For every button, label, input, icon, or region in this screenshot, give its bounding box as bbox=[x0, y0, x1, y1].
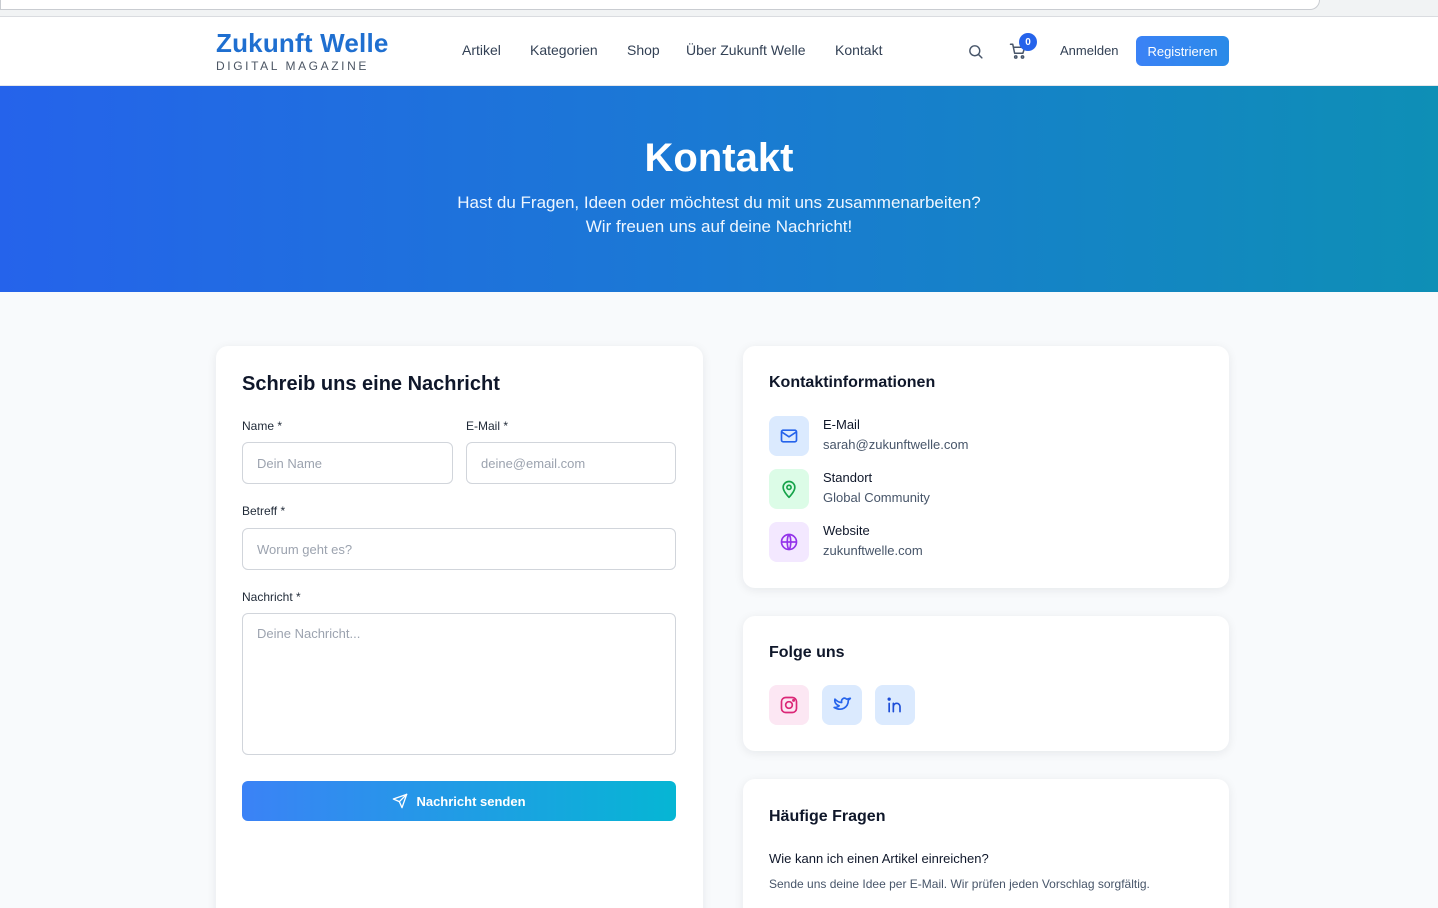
contact-item-website: Website zukunftwelle.com bbox=[769, 522, 1189, 564]
email-input[interactable] bbox=[466, 442, 676, 484]
nav-item-artikel[interactable]: Artikel bbox=[462, 42, 501, 58]
send-message-label: Nachricht senden bbox=[416, 793, 526, 809]
faq-title: Häufige Fragen bbox=[769, 808, 886, 825]
instagram-icon[interactable] bbox=[769, 685, 809, 725]
follow-title: Folge uns bbox=[769, 644, 845, 661]
contact-item-value: Global Community bbox=[823, 490, 930, 505]
nav-item-kontakt[interactable]: Kontakt bbox=[835, 42, 882, 58]
contact-item-label: E-Mail bbox=[823, 417, 860, 432]
hero-banner: Kontakt Hast du Fragen, Ideen oder möcht… bbox=[0, 86, 1438, 292]
message-textarea[interactable] bbox=[242, 613, 676, 755]
form-title: Schreib uns eine Nachricht bbox=[242, 373, 500, 395]
contact-item-label: Website bbox=[823, 523, 870, 538]
contact-info-title: Kontaktinformationen bbox=[769, 374, 936, 391]
contact-item-value[interactable]: sarah@zukunftwelle.com bbox=[823, 437, 968, 452]
contact-item-location: Standort Global Community bbox=[769, 469, 1189, 511]
send-icon bbox=[393, 793, 408, 809]
page-title: Kontakt bbox=[644, 136, 794, 180]
faq-answer: Sende uns deine Idee per E-Mail. Wir prü… bbox=[769, 877, 1150, 891]
map-pin-icon bbox=[769, 469, 809, 509]
site-header: Zukunft Welle DIGITAL MAGAZINE Artikel K… bbox=[0, 17, 1438, 86]
browser-chrome bbox=[0, 0, 1438, 17]
globe-icon bbox=[769, 522, 809, 562]
nav-item-ueber[interactable]: Über Zukunft Welle bbox=[686, 42, 806, 58]
email-label: E-Mail * bbox=[466, 419, 509, 433]
faq-card: Häufige Fragen Wie kann ich einen Artike… bbox=[743, 779, 1229, 908]
contact-item-value[interactable]: zukunftwelle.com bbox=[823, 543, 923, 558]
send-message-button[interactable]: Nachricht senden bbox=[242, 781, 676, 821]
nav-item-kategorien[interactable]: Kategorien bbox=[530, 42, 598, 58]
search-icon[interactable] bbox=[963, 39, 987, 63]
mail-icon bbox=[769, 416, 809, 456]
follow-card: Folge uns bbox=[743, 616, 1229, 751]
faq-question: Wie kann ich einen Artikel einreichen? bbox=[769, 851, 989, 866]
cart-count-badge: 0 bbox=[1019, 33, 1037, 51]
contact-item-email: E-Mail sarah@zukunftwelle.com bbox=[769, 416, 1189, 458]
hero-text-line-2: Wir freuen uns auf deine Nachricht! bbox=[585, 217, 853, 236]
logo-subtitle: DIGITAL MAGAZINE bbox=[216, 59, 369, 73]
login-link[interactable]: Anmelden bbox=[1060, 43, 1119, 58]
subject-label: Betreff * bbox=[242, 504, 286, 518]
name-input[interactable] bbox=[242, 442, 453, 484]
subject-input[interactable] bbox=[242, 528, 676, 570]
name-label: Name * bbox=[242, 419, 283, 433]
twitter-icon[interactable] bbox=[822, 685, 862, 725]
logo-title[interactable]: Zukunft Welle bbox=[216, 28, 389, 59]
address-bar[interactable] bbox=[0, 0, 1320, 10]
contact-info-card: Kontaktinformationen E-Mail sarah@zukunf… bbox=[743, 346, 1229, 588]
register-button[interactable]: Registrieren bbox=[1136, 36, 1229, 66]
message-label: Nachricht * bbox=[242, 590, 301, 604]
nav-item-shop[interactable]: Shop bbox=[627, 42, 660, 58]
contact-item-label: Standort bbox=[823, 470, 873, 485]
hero-text-line-1: Hast du Fragen, Ideen oder möchtest du m… bbox=[457, 193, 981, 212]
linkedin-icon[interactable] bbox=[875, 685, 915, 725]
contact-form-card: Schreib uns eine Nachricht Name * E-Mail… bbox=[216, 346, 703, 908]
